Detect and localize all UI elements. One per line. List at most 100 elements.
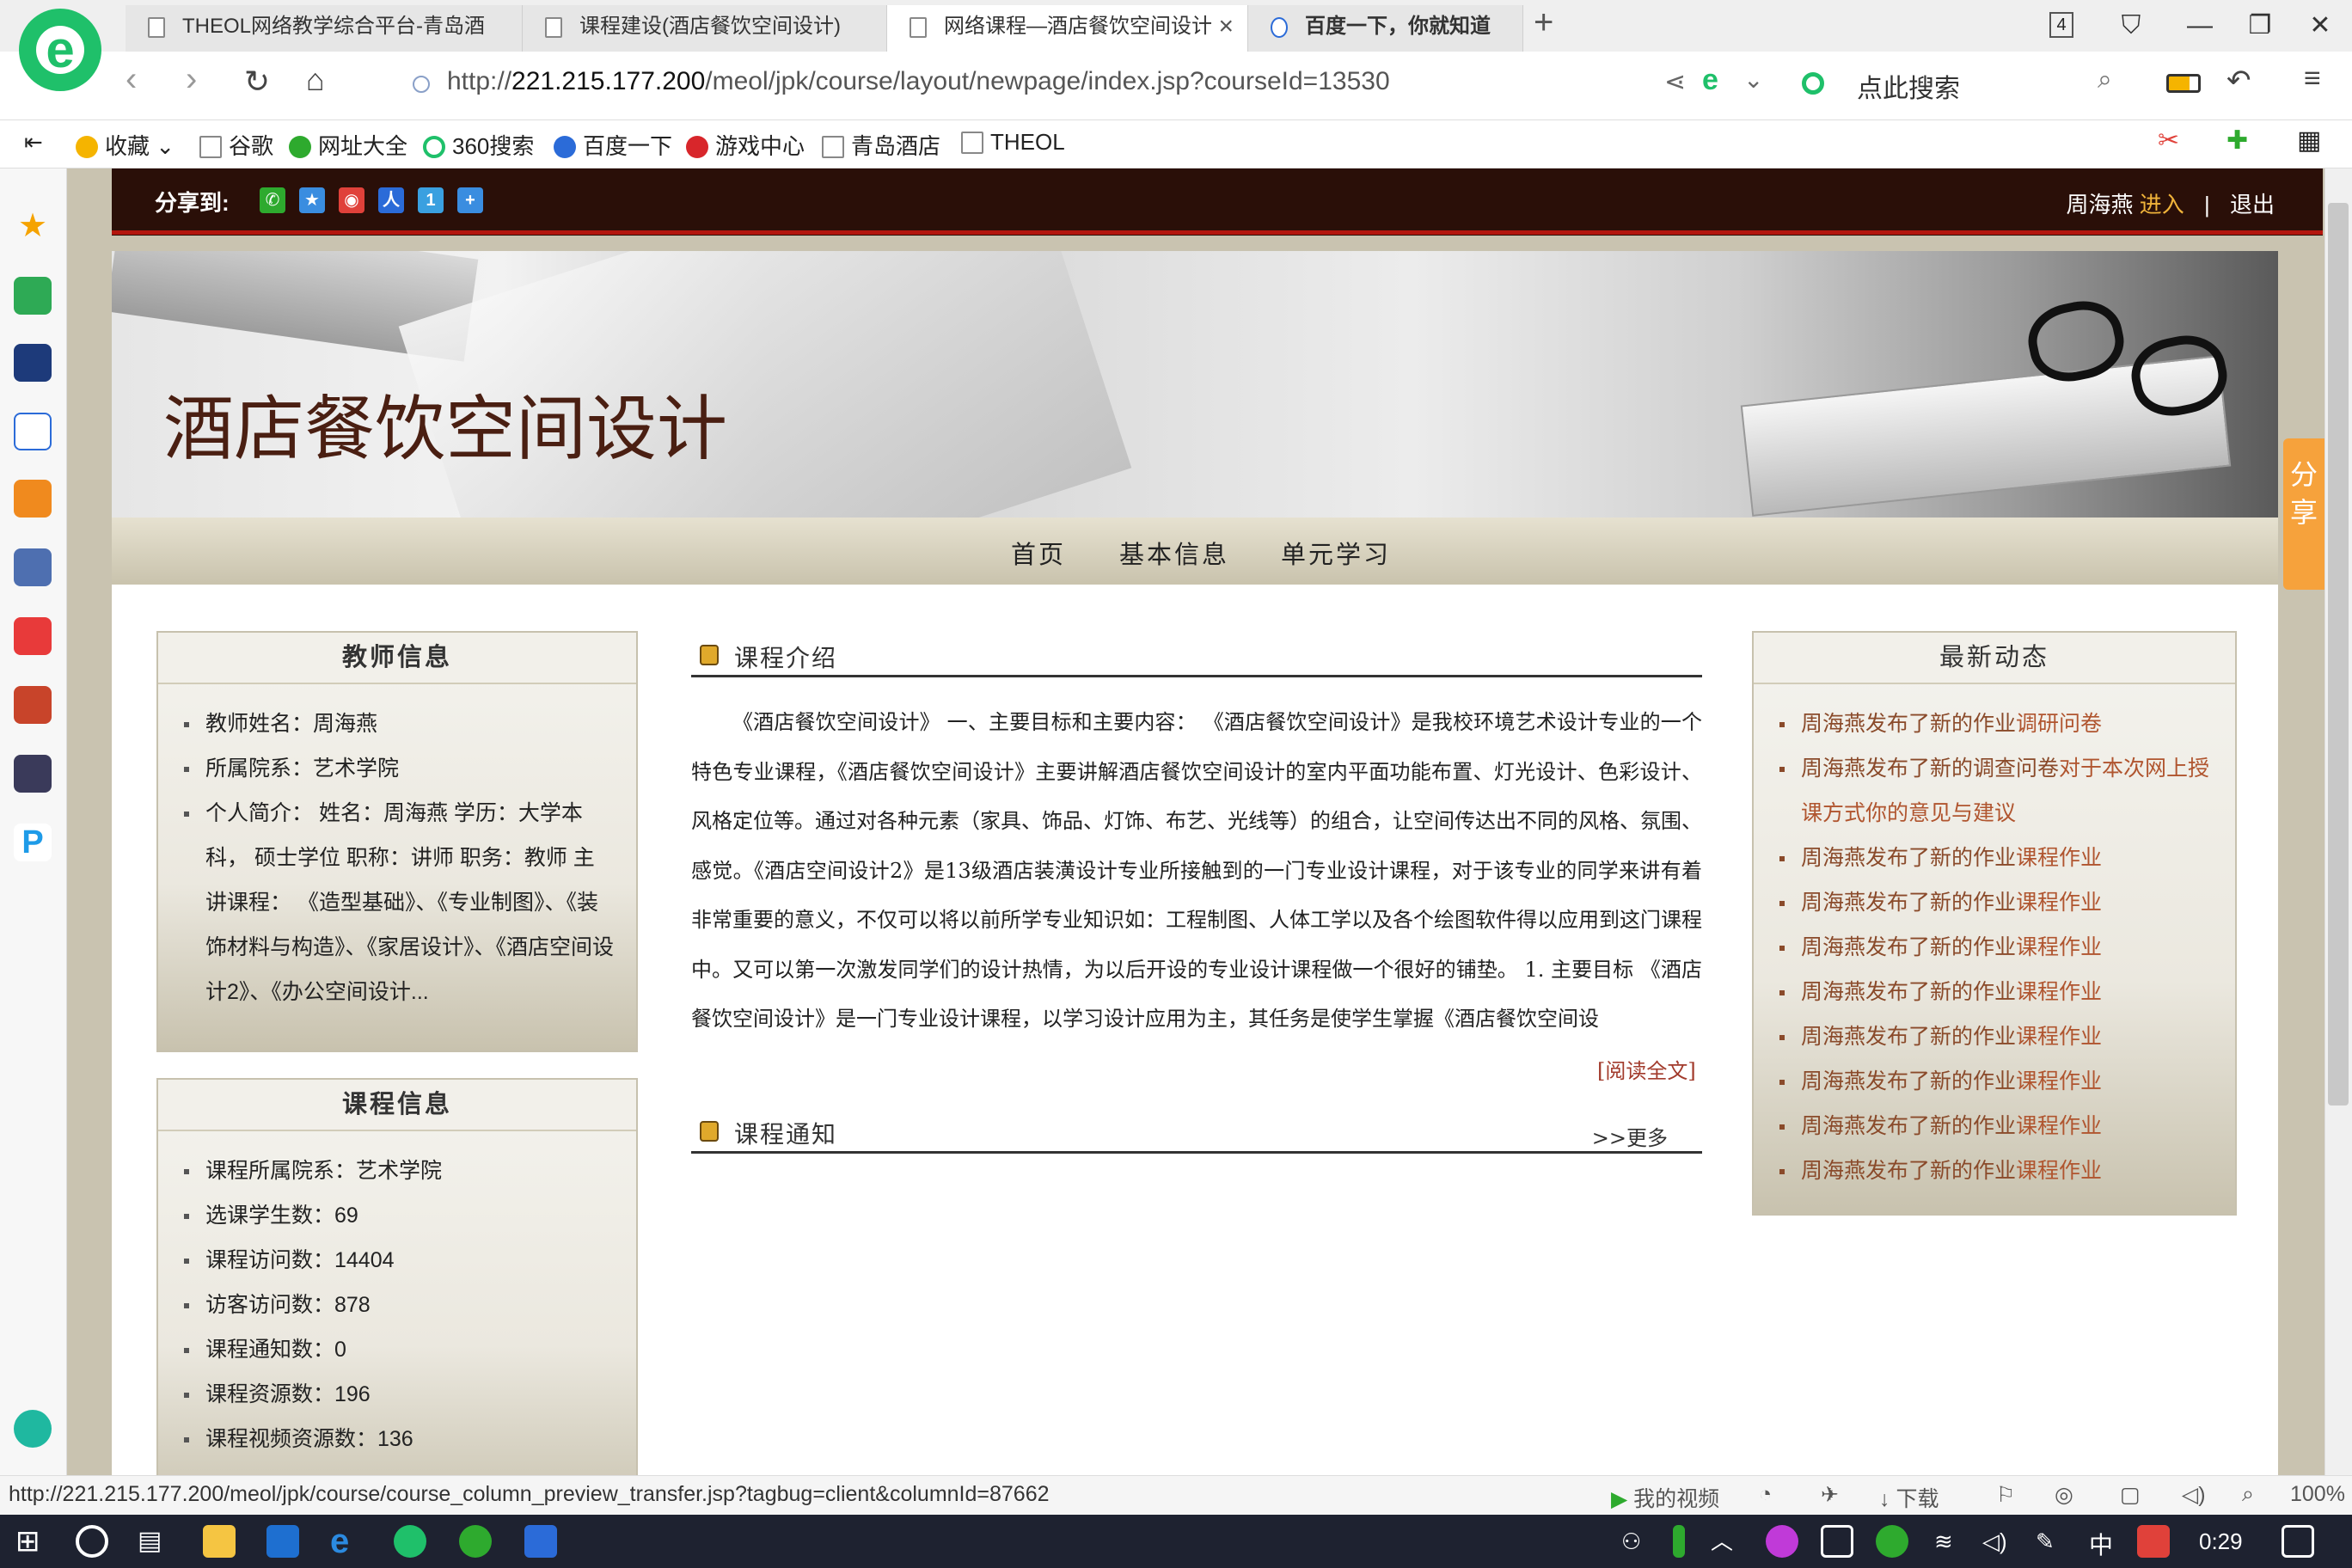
nav-unit-study[interactable]: 单元学习 [1281, 535, 1391, 571]
security-tray-icon[interactable] [1876, 1525, 1908, 1558]
share-page-icon[interactable]: ⋖ [1664, 67, 1686, 97]
news-item[interactable]: 周海燕发布了新的作业课程作业 [1779, 1059, 2213, 1104]
window-icon[interactable]: ▢ [2120, 1482, 2141, 1508]
news-item[interactable]: 周海燕发布了新的作业课程作业 [1779, 970, 2213, 1014]
task-view-icon[interactable]: ▤ [138, 1525, 170, 1558]
chevron-down-icon[interactable]: ⌄ [1743, 65, 1763, 94]
menu-icon[interactable]: ≡ [2304, 62, 2321, 95]
reload-icon[interactable]: ↻ [244, 64, 270, 100]
bookmark-360[interactable]: 360搜索 [423, 129, 534, 161]
search-input[interactable]: 点此搜索 [1857, 67, 1960, 105]
maximize-icon[interactable]: ❐ [2230, 3, 2290, 48]
wechat-share-icon[interactable]: ✆ [260, 187, 285, 213]
browser-tab-course-build[interactable]: 课程建设(酒店餐饮空间设计) [523, 5, 887, 52]
cortana-search-icon[interactable] [76, 1525, 108, 1558]
side-share-button[interactable]: 分 享 [2283, 438, 2324, 590]
tray-app-icon[interactable] [1766, 1525, 1798, 1558]
novel-icon[interactable] [14, 480, 52, 518]
minimize-icon[interactable]: — [2170, 3, 2230, 48]
ie-icon[interactable]: e [330, 1524, 363, 1559]
translate-icon[interactable]: ✚ [2226, 126, 2248, 156]
news-item[interactable]: 周海燕发布了新的作业课程作业 [1779, 1104, 2213, 1148]
undo-icon[interactable]: ↶ [2226, 64, 2251, 98]
home-icon[interactable]: ⌂ [306, 62, 325, 98]
mail-app-icon[interactable] [266, 1525, 299, 1558]
news-item[interactable]: 周海燕发布了新的作业课程作业 [1779, 836, 2213, 880]
news-item[interactable]: 周海燕发布了新的作业课程作业 [1779, 925, 2213, 970]
global-news-icon[interactable] [14, 344, 52, 382]
game-castle-icon[interactable] [14, 755, 52, 793]
scrollbar-thumb[interactable] [2328, 203, 2349, 1106]
mail-icon[interactable] [14, 277, 52, 315]
add-sidebar-icon[interactable] [14, 1410, 52, 1448]
sidebar-toggle-icon[interactable]: ⇤ [24, 129, 43, 156]
my-video-button[interactable]: ▶ 我的视频 [1611, 1482, 1719, 1513]
favorites-star-icon[interactable]: ★ [14, 206, 52, 244]
wifi-icon[interactable]: ≋ [1934, 1525, 1967, 1558]
browser-tab-theol[interactable]: THEOL网络教学综合平台-青岛酒 [126, 5, 523, 52]
back-icon[interactable]: ‹ [126, 60, 137, 99]
notification-icon[interactable] [2282, 1525, 2314, 1558]
nav-home[interactable]: 首页 [1011, 535, 1066, 571]
bookmark-favorites[interactable]: 收藏 ⌄ [76, 129, 175, 161]
file-explorer-icon[interactable] [203, 1525, 236, 1558]
forward-icon[interactable]: › [186, 60, 197, 99]
360-browser-icon[interactable] [394, 1525, 426, 1558]
windows-start-icon[interactable]: ⊞ [15, 1525, 48, 1558]
chevron-up-icon[interactable]: ︿ [1711, 1525, 1743, 1558]
pin-icon[interactable]: ✈ [1821, 1482, 1839, 1508]
browser-mode-icon[interactable]: ◎ [2055, 1482, 2073, 1508]
game-hero-icon[interactable] [14, 686, 52, 724]
browser-logo-icon[interactable]: e [19, 9, 101, 91]
bookmark-hao[interactable]: 网址大全 [289, 129, 407, 161]
volume-icon[interactable]: ◁) [1982, 1525, 2015, 1558]
bookmark-google[interactable]: 谷歌 [199, 129, 273, 161]
engine-e-icon[interactable]: e [1702, 64, 1718, 97]
qzone-share-icon[interactable]: ★ [299, 187, 325, 213]
accelerate-icon[interactable]: ◔ [1759, 1482, 1772, 1507]
p-app-icon[interactable]: P [14, 824, 52, 861]
enter-link[interactable]: 进入 [2140, 192, 2184, 217]
new-tab-icon[interactable]: + [1534, 3, 1553, 42]
close-window-icon[interactable]: ✕ [2290, 3, 2350, 48]
news-item[interactable]: 周海燕发布了新的作业调研问卷 [1779, 701, 2213, 746]
news-item[interactable]: 周海燕发布了新的作业课程作业 [1779, 880, 2213, 925]
sound-icon[interactable]: ◁) [2182, 1482, 2206, 1508]
battery-icon[interactable] [2166, 74, 2201, 93]
battery-tray-icon[interactable] [1673, 1525, 1685, 1558]
kaixin-share-icon[interactable]: 1 [418, 187, 444, 213]
browser-tab-active-course[interactable]: 网络课程—酒店餐饮空间设计 × [887, 5, 1248, 52]
bookmark-qingdao-hotel[interactable]: 青岛酒店 [822, 129, 940, 161]
browser-tab-baidu[interactable]: 百度一下，你就知道 [1248, 5, 1523, 52]
scissors-icon[interactable]: ✂ [2158, 126, 2179, 156]
wechat-icon[interactable] [459, 1525, 492, 1558]
skin-shirt-icon[interactable]: ⛉ [2101, 3, 2161, 48]
renren-share-icon[interactable]: 人 [378, 187, 404, 213]
weibo-share-icon[interactable]: ◉ [339, 187, 364, 213]
game-avatar-icon[interactable] [14, 548, 52, 586]
search-icon[interactable]: ⌕ [2098, 65, 2112, 95]
red-app-icon[interactable] [14, 617, 52, 655]
logout-link[interactable]: 退出 [2230, 192, 2275, 217]
news-item[interactable]: 周海燕发布了新的调查问卷对于本次网上授课方式你的意见与建议 [1779, 746, 2213, 836]
sogou-ime-icon[interactable] [2137, 1525, 2170, 1558]
clock[interactable]: 0:29 [2199, 1528, 2243, 1555]
news-item[interactable]: 周海燕发布了新的作业课程作业 [1779, 1014, 2213, 1059]
site-info-icon[interactable] [413, 76, 430, 93]
read-more-link[interactable]: [阅读全文] [1597, 1054, 1696, 1084]
news-item[interactable]: 周海燕发布了新的作业课程作业 [1779, 1148, 2213, 1193]
ime-indicator[interactable]: 中 [2089, 1527, 2113, 1561]
download-button[interactable]: ↓ 下载 [1879, 1482, 1939, 1513]
tab-close-icon[interactable]: × [1218, 5, 1234, 48]
display-icon[interactable] [1821, 1525, 1853, 1558]
zoom-level[interactable]: 100% [2290, 1482, 2345, 1507]
apps-grid-icon[interactable]: ▦ [2297, 126, 2321, 156]
bookmark-theol[interactable]: THEOL [961, 129, 1065, 156]
word-app-icon[interactable] [524, 1525, 557, 1558]
nav-basic-info[interactable]: 基本信息 [1119, 535, 1229, 571]
tab-count-badge[interactable]: 4 [2049, 12, 2073, 38]
word-doc-icon[interactable] [14, 413, 52, 450]
zoom-icon[interactable]: ⌕ [2242, 1482, 2254, 1507]
bookmark-games[interactable]: 游戏中心 [686, 129, 805, 161]
flag-icon[interactable]: ⚐ [1996, 1482, 2015, 1508]
